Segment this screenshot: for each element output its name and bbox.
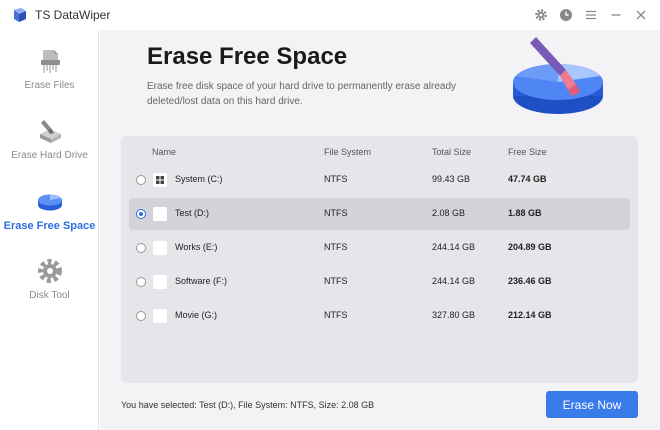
hard-drive-erase-icon: [39, 120, 61, 143]
clock-icon: [560, 9, 572, 21]
sidebar-item-erase-hard-drive[interactable]: Erase Hard Drive: [0, 114, 99, 174]
drive-list-panel: Name File System Total Size Free Size Sy…: [121, 136, 638, 383]
sidebar-item-disk-tool[interactable]: Disk Tool: [0, 254, 99, 314]
drive-icon: [153, 241, 167, 255]
sidebar-item-label: Erase Files: [24, 80, 75, 91]
table-row[interactable]: Works (E:) NTFS 244.14 GB 204.89 GB: [129, 232, 630, 264]
drive-icon: [153, 207, 167, 221]
page-description: Erase free disk space of your hard drive…: [147, 81, 457, 107]
drive-file-system: NTFS: [324, 242, 348, 252]
row-radio[interactable]: [136, 277, 146, 287]
minimize-icon: [611, 14, 621, 16]
column-header-file-system: File System: [324, 147, 372, 157]
windows-drive-icon: [153, 173, 167, 187]
pie-disk-icon: [37, 194, 62, 211]
hamburger-menu-icon: [586, 10, 596, 20]
column-header-total-size: Total Size: [432, 147, 472, 157]
erase-disk-illustration-icon: [513, 37, 603, 114]
table-row[interactable]: System (C:) NTFS 99.43 GB 47.74 GB: [129, 164, 630, 196]
drive-file-system: NTFS: [324, 310, 348, 320]
gear-icon: [535, 9, 547, 21]
app-logo-icon: [14, 8, 26, 22]
drive-total-size: 99.43 GB: [432, 174, 471, 184]
drive-file-system: NTFS: [324, 208, 348, 218]
minimize-button[interactable]: [607, 6, 625, 24]
main-content: Erase Free Space Erase free disk space o…: [100, 30, 660, 430]
drive-icon: [153, 309, 167, 323]
drive-total-size: 244.14 GB: [432, 242, 476, 252]
app-title: TS DataWiper: [35, 8, 111, 22]
drive-free-size: 47.74 GB: [508, 174, 547, 184]
drive-name: Works (E:): [175, 242, 218, 252]
drive-free-size: 212.14 GB: [508, 310, 552, 320]
drive-file-system: NTFS: [324, 276, 348, 286]
column-header-name: Name: [152, 147, 177, 157]
drive-name: Software (F:): [175, 276, 228, 286]
sidebar-item-label: Erase Free Space: [3, 220, 96, 232]
table-row[interactable]: Software (F:) NTFS 244.14 GB 236.46 GB: [129, 266, 630, 298]
title-bar: TS DataWiper: [0, 0, 660, 30]
drive-total-size: 2.08 GB: [432, 208, 466, 218]
drive-free-size: 204.89 GB: [508, 242, 552, 252]
gear-icon: [37, 259, 62, 283]
sidebar: Erase Files Erase Hard Drive Erase Free …: [0, 30, 99, 430]
table-row[interactable]: Test (D:) NTFS 2.08 GB 1.88 GB: [129, 198, 630, 230]
menu-button[interactable]: [582, 6, 600, 24]
row-radio[interactable]: [136, 311, 146, 321]
sidebar-item-erase-free-space[interactable]: Erase Free Space: [0, 184, 99, 244]
history-button[interactable]: [557, 6, 575, 24]
sidebar-item-label: Erase Hard Drive: [11, 150, 88, 161]
row-radio[interactable]: [136, 243, 146, 253]
close-button[interactable]: [632, 6, 650, 24]
column-header-free-size: Free Size: [508, 147, 547, 157]
drive-icon: [153, 275, 167, 289]
drive-file-system: NTFS: [324, 174, 348, 184]
drive-name: Movie (G:): [175, 310, 218, 320]
sidebar-item-erase-files[interactable]: Erase Files: [0, 44, 99, 104]
drive-total-size: 327.80 GB: [432, 310, 476, 320]
close-icon: [636, 10, 646, 20]
drive-free-size: 1.88 GB: [508, 208, 542, 218]
drive-total-size: 244.14 GB: [432, 276, 476, 286]
file-shred-icon: [40, 50, 60, 73]
window-controls: [532, 6, 650, 24]
drive-name: Test (D:): [175, 208, 210, 218]
sidebar-item-label: Disk Tool: [29, 290, 70, 301]
row-radio[interactable]: [136, 175, 146, 185]
drive-free-size: 236.46 GB: [508, 276, 552, 286]
page-title: Erase Free Space: [147, 43, 348, 70]
erase-now-button[interactable]: Erase Now: [546, 391, 638, 418]
drive-name: System (C:): [175, 174, 223, 184]
row-radio[interactable]: [136, 209, 146, 219]
settings-button[interactable]: [532, 6, 550, 24]
table-row[interactable]: Movie (G:) NTFS 327.80 GB 212.14 GB: [129, 300, 630, 332]
selection-status: You have selected: Test (D:), File Syste…: [121, 400, 375, 410]
